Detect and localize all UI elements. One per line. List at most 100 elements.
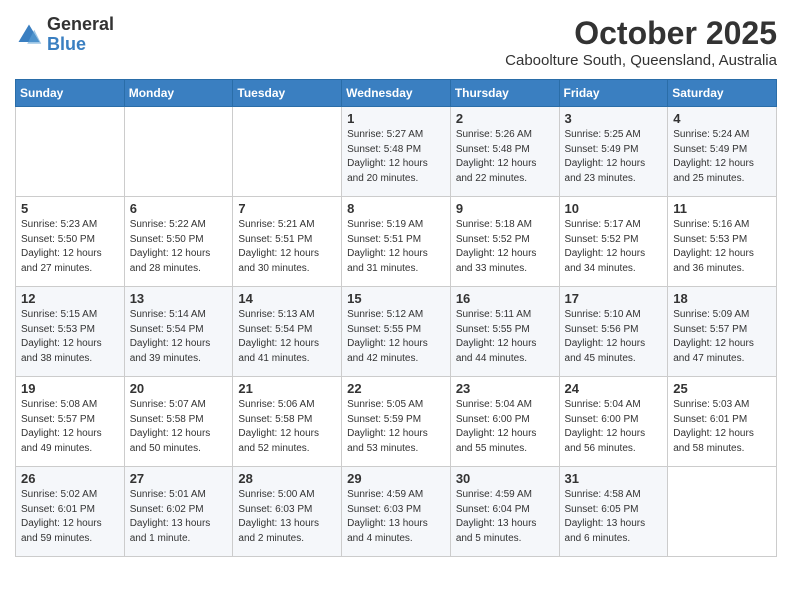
day-number: 21 [238,381,336,396]
day-number: 31 [565,471,663,486]
day-number: 14 [238,291,336,306]
day-number: 9 [456,201,554,216]
calendar-cell: 14 Sunrise: 5:13 AM Sunset: 5:54 PM Dayli… [233,287,342,377]
calendar-cell: 18Sunrise: 5:09 AM Sunset: 5:57 PM Dayli… [668,287,777,377]
calendar-cell: 24 Sunrise: 5:04 AM Sunset: 6:00 PM Dayli… [559,377,668,467]
calendar-table: SundayMondayTuesdayWednesdayThursdayFrid… [15,79,777,557]
day-info: Sunrise: 5:04 AM Sunset: 6:00 PM Dayligh… [565,398,663,456]
day-number: 28 [238,471,336,486]
day-info: Sunrise: 5:12 AM Sunset: 5:55 PM Dayligh… [347,308,445,366]
calendar-cell: 2Sunrise: 5:26 AM Sunset: 5:48 PM Daylig… [450,107,559,197]
calendar-cell: 3 Sunrise: 5:25 AM Sunset: 5:49 PM Daylig… [559,107,668,197]
day-info: Sunrise: 5:15 AM Sunset: 5:53 PM Dayligh… [21,308,119,366]
calendar-cell: 9 Sunrise: 5:18 AM Sunset: 5:52 PM Daylig… [450,197,559,287]
day-info: Sunrise: 5:02 AM Sunset: 6:01 PM Dayligh… [21,488,119,546]
day-number: 25 [673,381,771,396]
logo-text: General Blue [47,15,114,55]
calendar-cell [16,107,125,197]
calendar-cell: 5Sunrise: 5:23 AM Sunset: 5:50 PM Daylig… [16,197,125,287]
weekday-header-row: SundayMondayTuesdayWednesdayThursdayFrid… [16,80,777,107]
day-number: 11 [673,201,771,216]
day-info: Sunrise: 5:04 AM Sunset: 6:00 PM Dayligh… [456,398,554,456]
day-info: Sunrise: 5:17 AM Sunset: 5:52 PM Dayligh… [565,218,663,276]
day-info: Sunrise: 5:11 AM Sunset: 5:55 PM Dayligh… [456,308,554,366]
day-number: 19 [21,381,119,396]
logo-icon [15,21,43,49]
day-number: 6 [130,201,228,216]
day-info: Sunrise: 5:07 AM Sunset: 5:58 PM Dayligh… [130,398,228,456]
calendar-cell: 11 Sunrise: 5:16 AM Sunset: 5:53 PM Dayli… [668,197,777,287]
day-number: 7 [238,201,336,216]
day-info: Sunrise: 5:19 AM Sunset: 5:51 PM Dayligh… [347,218,445,276]
day-info: Sunrise: 5:25 AM Sunset: 5:49 PM Dayligh… [565,128,663,186]
logo: General Blue [15,15,114,55]
calendar-cell: 27Sunrise: 5:01 AM Sunset: 6:02 PM Dayli… [124,467,233,557]
weekday-header-wednesday: Wednesday [342,80,451,107]
calendar-cell: 6Sunrise: 5:22 AM Sunset: 5:50 PM Daylig… [124,197,233,287]
calendar-cell: 15 Sunrise: 5:12 AM Sunset: 5:55 PM Dayli… [342,287,451,377]
day-number: 30 [456,471,554,486]
day-number: 8 [347,201,445,216]
day-info: Sunrise: 5:18 AM Sunset: 5:52 PM Dayligh… [456,218,554,276]
day-info: Sunrise: 4:58 AM Sunset: 6:05 PM Dayligh… [565,488,663,546]
day-info: Sunrise: 5:06 AM Sunset: 5:58 PM Dayligh… [238,398,336,456]
day-info: Sunrise: 4:59 AM Sunset: 6:04 PM Dayligh… [456,488,554,546]
calendar-week-4: 19Sunrise: 5:08 AM Sunset: 5:57 PM Dayli… [16,377,777,467]
calendar-cell: 25 Sunrise: 5:03 AM Sunset: 6:01 PM Dayli… [668,377,777,467]
calendar-cell: 8 Sunrise: 5:19 AM Sunset: 5:51 PM Daylig… [342,197,451,287]
day-info: Sunrise: 5:09 AM Sunset: 5:57 PM Dayligh… [673,308,771,366]
calendar-cell: 19Sunrise: 5:08 AM Sunset: 5:57 PM Dayli… [16,377,125,467]
calendar-cell [668,467,777,557]
day-info: Sunrise: 4:59 AM Sunset: 6:03 PM Dayligh… [347,488,445,546]
calendar-cell: 23Sunrise: 5:04 AM Sunset: 6:00 PM Dayli… [450,377,559,467]
weekday-header-sunday: Sunday [16,80,125,107]
calendar-cell: 4Sunrise: 5:24 AM Sunset: 5:49 PM Daylig… [668,107,777,197]
day-info: Sunrise: 5:00 AM Sunset: 6:03 PM Dayligh… [238,488,336,546]
calendar-cell: 31 Sunrise: 4:58 AM Sunset: 6:05 PM Dayli… [559,467,668,557]
weekday-header-monday: Monday [124,80,233,107]
day-number: 1 [347,111,445,126]
day-number: 3 [565,111,663,126]
day-number: 2 [456,111,554,126]
day-number: 16 [456,291,554,306]
calendar-cell: 21 Sunrise: 5:06 AM Sunset: 5:58 PM Dayli… [233,377,342,467]
calendar-week-5: 26 Sunrise: 5:02 AM Sunset: 6:01 PM Dayli… [16,467,777,557]
day-info: Sunrise: 5:23 AM Sunset: 5:50 PM Dayligh… [21,218,119,276]
day-number: 12 [21,291,119,306]
title-block: October 2025 Caboolture South, Queenslan… [505,15,777,69]
day-info: Sunrise: 5:03 AM Sunset: 6:01 PM Dayligh… [673,398,771,456]
weekday-header-thursday: Thursday [450,80,559,107]
day-info: Sunrise: 5:13 AM Sunset: 5:54 PM Dayligh… [238,308,336,366]
day-number: 24 [565,381,663,396]
day-number: 20 [130,381,228,396]
calendar-cell [233,107,342,197]
weekday-header-friday: Friday [559,80,668,107]
calendar-cell [124,107,233,197]
calendar-cell: 20 Sunrise: 5:07 AM Sunset: 5:58 PM Dayli… [124,377,233,467]
day-number: 29 [347,471,445,486]
page-header: General Blue October 2025 Caboolture Sou… [15,15,777,69]
month-title: October 2025 [505,15,777,52]
day-info: Sunrise: 5:10 AM Sunset: 5:56 PM Dayligh… [565,308,663,366]
day-info: Sunrise: 5:14 AM Sunset: 5:54 PM Dayligh… [130,308,228,366]
calendar-cell: 29 Sunrise: 4:59 AM Sunset: 6:03 PM Dayli… [342,467,451,557]
day-number: 17 [565,291,663,306]
calendar-cell: 22Sunrise: 5:05 AM Sunset: 5:59 PM Dayli… [342,377,451,467]
day-number: 10 [565,201,663,216]
calendar-cell: 17 Sunrise: 5:10 AM Sunset: 5:56 PM Dayli… [559,287,668,377]
day-info: Sunrise: 5:05 AM Sunset: 5:59 PM Dayligh… [347,398,445,456]
day-info: Sunrise: 5:27 AM Sunset: 5:48 PM Dayligh… [347,128,445,186]
day-info: Sunrise: 5:21 AM Sunset: 5:51 PM Dayligh… [238,218,336,276]
calendar-cell: 10 Sunrise: 5:17 AM Sunset: 5:52 PM Dayli… [559,197,668,287]
day-number: 13 [130,291,228,306]
calendar-cell: 7 Sunrise: 5:21 AM Sunset: 5:51 PM Daylig… [233,197,342,287]
calendar-week-2: 5Sunrise: 5:23 AM Sunset: 5:50 PM Daylig… [16,197,777,287]
calendar-cell: 16 Sunrise: 5:11 AM Sunset: 5:55 PM Dayli… [450,287,559,377]
day-number: 15 [347,291,445,306]
calendar-cell: 12 Sunrise: 5:15 AM Sunset: 5:53 PM Dayli… [16,287,125,377]
calendar-week-3: 12 Sunrise: 5:15 AM Sunset: 5:53 PM Dayli… [16,287,777,377]
day-number: 26 [21,471,119,486]
logo-general: General [47,14,114,34]
logo-blue: Blue [47,34,86,54]
day-info: Sunrise: 5:16 AM Sunset: 5:53 PM Dayligh… [673,218,771,276]
